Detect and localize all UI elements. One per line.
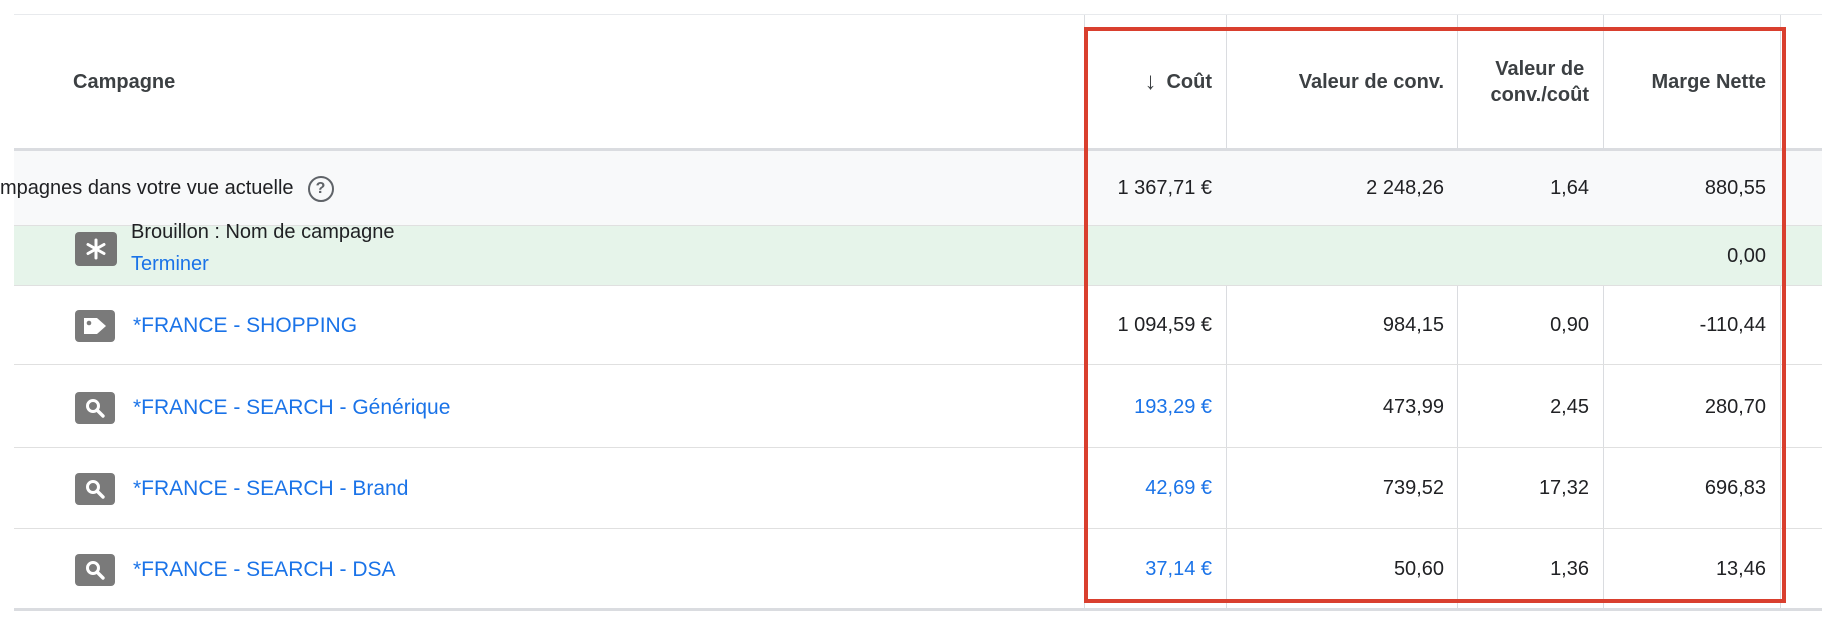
campaign-table: Campagne ↓ Coût Valeur de conv. Valeur d… [0,0,1822,618]
conv-value-cost-cell: 1,36 [1550,558,1589,580]
column-header-campaign[interactable]: Campagne [73,15,473,149]
conv-value-cost-cell: 0,90 [1550,314,1589,336]
campaign-name-link[interactable]: *FRANCE - SEARCH - Générique [133,396,450,420]
column-header-conv-value[interactable]: Valeur de conv. [1228,15,1444,149]
draft-title: Brouillon : Nom de campagne [131,221,395,243]
total-conv-value: 2 248,26 [1366,177,1444,199]
help-icon[interactable]: ? [307,175,334,202]
conv-value-cell: 739,52 [1382,477,1444,499]
search-icon [75,553,115,586]
column-header-conv-value-cost-line1: Valeur de [1495,58,1585,80]
campaign-cell: *FRANCE - SEARCH - DSA [75,529,396,610]
cost-cell: 1 094,59 € [1117,314,1212,336]
campaign-cell: *FRANCE - SEARCH - Générique [75,367,450,448]
conv-value-cell: 984,15 [1382,314,1444,336]
total-cost: 1 367,71 € [1117,177,1212,199]
total-row-label-text: mpagnes dans votre vue actuelle [0,177,294,199]
column-header-net-margin[interactable]: Marge Nette [1605,15,1766,149]
table-bottom-border [14,608,1822,611]
tag-icon [75,309,115,342]
cost-cell[interactable]: 42,69 € [1086,448,1212,529]
conv-value-cost-cell: 2,45 [1550,396,1589,418]
campaign-name-link[interactable]: *FRANCE - SEARCH - DSA [133,558,396,582]
campaign-cell: *FRANCE - SHOPPING [75,286,357,365]
conv-value-cell: 473,99 [1382,396,1444,418]
total-row-label: mpagnes dans votre vue actuelle ? [0,151,1080,226]
draft-net-margin: 0,00 [1727,244,1766,267]
total-net-margin: 880,55 [1704,177,1766,199]
campaign-name-link[interactable]: *FRANCE - SHOPPING [133,314,357,338]
column-header-cost-label: Coût [1166,71,1212,93]
column-header-cost[interactable]: ↓ Coût [1086,15,1212,149]
net-margin-cell: 13,46 [1715,558,1766,580]
column-header-campaign-label: Campagne [73,71,176,93]
cost-cell[interactable]: 193,29 € [1086,367,1212,448]
net-margin-cell: 696,83 [1704,477,1766,499]
draft-finish-link[interactable]: Terminer [131,251,209,277]
asterisk-icon [75,232,117,266]
conv-value-cell: 50,60 [1393,558,1444,580]
campaign-cell: *FRANCE - SEARCH - Brand [75,448,408,529]
conv-value-cost-cell: 17,32 [1538,477,1589,499]
column-header-conv-value-cost[interactable]: Valeur de conv./coût [1459,15,1589,149]
column-header-conv-value-cost-line2: conv./coût [1490,84,1589,106]
cost-cell[interactable]: 37,14 € [1086,529,1212,610]
net-margin-cell: -110,44 [1699,314,1766,336]
net-margin-cell: 280,70 [1704,396,1766,418]
sort-desc-arrow-icon: ↓ [1144,68,1157,95]
total-conv-value-cost: 1,64 [1550,177,1589,199]
search-icon [75,391,115,424]
search-icon [75,472,115,505]
campaign-name-link[interactable]: *FRANCE - SEARCH - Brand [133,477,408,501]
column-header-net-margin-label: Marge Nette [1651,71,1766,93]
column-header-conv-value-label: Valeur de conv. [1298,71,1444,93]
